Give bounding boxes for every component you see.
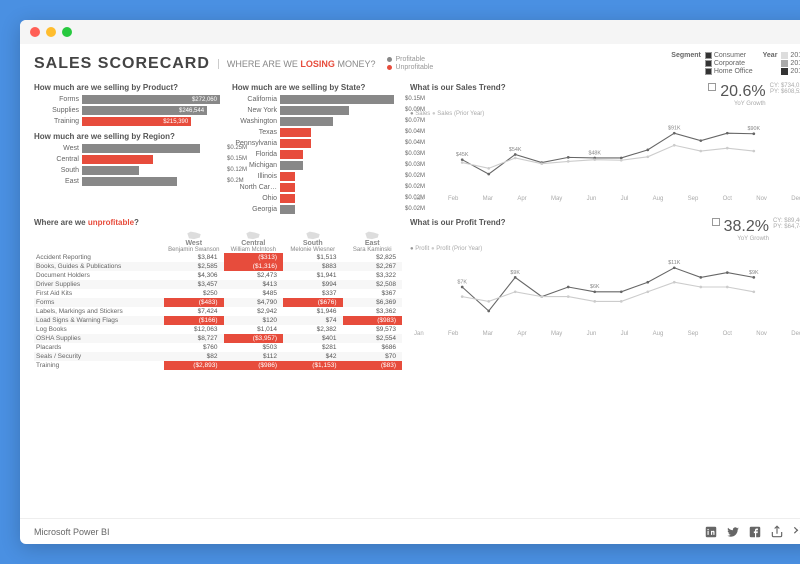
fullscreen-icon[interactable]	[792, 525, 800, 539]
square-icon	[712, 218, 720, 226]
square-icon	[708, 83, 716, 91]
table-column-header[interactable]: SouthMelonie Wiesner	[283, 230, 343, 253]
table-row[interactable]: Seals / Security$82$112$42$70	[34, 352, 402, 361]
svg-text:$90K: $90K	[748, 126, 761, 132]
bar-row[interactable]: Training$215,390	[34, 117, 224, 126]
linkedin-icon[interactable]	[704, 525, 718, 539]
bar-row[interactable]: Central$0.15M	[34, 155, 224, 164]
svg-text:$9K: $9K	[510, 270, 520, 276]
report-title: SALES SCORECARD	[34, 55, 210, 73]
table-row[interactable]: Placards$760$503$281$686	[34, 343, 402, 352]
facebook-icon[interactable]	[748, 525, 762, 539]
table-column-header[interactable]: EastSara Kaminski	[343, 230, 403, 253]
sales-growth-kpi: 20.6%	[720, 83, 765, 101]
segment-option[interactable]: Consumer	[705, 52, 753, 59]
bar-row[interactable]: North Car…$0.02M	[232, 183, 402, 192]
unprofitable-table[interactable]: Where are we unprofitable? WestBenjamin …	[34, 218, 402, 510]
table-row[interactable]: Books, Guides & Publications$2,585($1,31…	[34, 262, 402, 271]
report-subtitle: WHERE ARE WE LOSING MONEY?	[218, 59, 376, 69]
window-titlebar	[20, 20, 800, 44]
year-option[interactable]: 2012	[781, 52, 800, 59]
sales-trend-chart[interactable]: What is our Sales Trend? 20.6% YoY Growt…	[410, 83, 800, 214]
table-row[interactable]: Driver Supplies$3,457$413$994$2,508	[34, 280, 402, 289]
share-icon[interactable]	[770, 525, 784, 539]
table-column-header[interactable]: CentralWilliam McIntosh	[224, 230, 284, 253]
svg-text:$11K: $11K	[668, 260, 681, 266]
table-column-header[interactable]: WestBenjamin Swanson	[164, 230, 224, 253]
table-row[interactable]: First Aid Kits$250$485$337$367	[34, 289, 402, 298]
table-row[interactable]: Document Holders$4,306$2,473$1,941$3,322	[34, 271, 402, 280]
table-row[interactable]: Training($2,893)($986)($1,153)($83)	[34, 361, 402, 370]
table-row[interactable]: Load Signs & Warning Flags($166)$120$74(…	[34, 316, 402, 325]
svg-text:$7K: $7K	[457, 279, 467, 285]
profit-growth-kpi: 38.2%	[724, 218, 769, 236]
svg-text:$9K: $9K	[749, 270, 759, 276]
segment-option[interactable]: Home Office	[705, 68, 753, 75]
svg-text:$54K: $54K	[509, 147, 522, 153]
report-header: SALES SCORECARD WHERE ARE WE LOSING MONE…	[34, 52, 800, 79]
svg-text:$45K: $45K	[456, 152, 469, 158]
year-option[interactable]: 2013	[781, 60, 800, 67]
bar-row[interactable]: California$0.15M	[232, 95, 402, 104]
year-option[interactable]: 2014	[781, 68, 800, 75]
state-chart[interactable]: How much are we selling by State? Califo…	[232, 83, 402, 214]
table-row[interactable]: Accident Reporting$3,841($313)$1,513$2,8…	[34, 253, 402, 262]
profitability-legend: Profitable Unprofitable	[387, 56, 433, 71]
bar-row[interactable]: Ohio$0.02M	[232, 194, 402, 203]
product-chart[interactable]: How much are we selling by Product? Form…	[34, 83, 224, 126]
svg-text:$91K: $91K	[668, 126, 681, 132]
table-row[interactable]: OSHA Supplies$8,727($3,957)$401$2,554	[34, 334, 402, 343]
svg-text:$48K: $48K	[588, 150, 601, 156]
segment-option[interactable]: Corporate	[705, 60, 753, 67]
bar-row[interactable]: West$0.25M	[34, 144, 224, 153]
bar-row[interactable]: East$0.2M	[34, 177, 224, 186]
year-filter[interactable]: Year 201220132014	[763, 52, 800, 75]
footer: Microsoft Power BI	[20, 518, 800, 544]
bar-row[interactable]: Washington$0.07M	[232, 117, 402, 126]
bar-row[interactable]: Forms$272,060	[34, 95, 224, 104]
bar-row[interactable]: Georgia$0.02M	[232, 205, 402, 214]
bar-row[interactable]: Florida$0.03M	[232, 150, 402, 159]
bar-row[interactable]: Illinois$0.02M	[232, 172, 402, 181]
bar-row[interactable]: Pennsylvania$0.04M	[232, 139, 402, 148]
bar-row[interactable]: Supplies$246,544	[34, 106, 224, 115]
bar-row[interactable]: South$0.12M	[34, 166, 224, 175]
minimize-icon[interactable]	[46, 27, 56, 37]
maximize-icon[interactable]	[62, 27, 72, 37]
bar-row[interactable]: Texas$0.04M	[232, 128, 402, 137]
table-row[interactable]: Log Books$12,063$1,014$2,382$9,573	[34, 325, 402, 334]
region-chart[interactable]: How much are we selling by Region? West$…	[34, 132, 224, 186]
table-row[interactable]: Forms($483)$4,790($676)$6,369	[34, 298, 402, 307]
bar-row[interactable]: Michigan$0.03M	[232, 161, 402, 170]
bar-row[interactable]: New York$0.09M	[232, 106, 402, 115]
close-icon[interactable]	[30, 27, 40, 37]
table-row[interactable]: Labels, Markings and Stickers$7,424$2,94…	[34, 307, 402, 316]
app-name: Microsoft Power BI	[34, 527, 110, 537]
profit-trend-chart[interactable]: What is our Profit Trend? 38.2% YoY Grow…	[410, 218, 800, 510]
svg-text:$6K: $6K	[590, 284, 600, 290]
twitter-icon[interactable]	[726, 525, 740, 539]
segment-filter[interactable]: Segment ConsumerCorporateHome Office	[671, 52, 752, 75]
